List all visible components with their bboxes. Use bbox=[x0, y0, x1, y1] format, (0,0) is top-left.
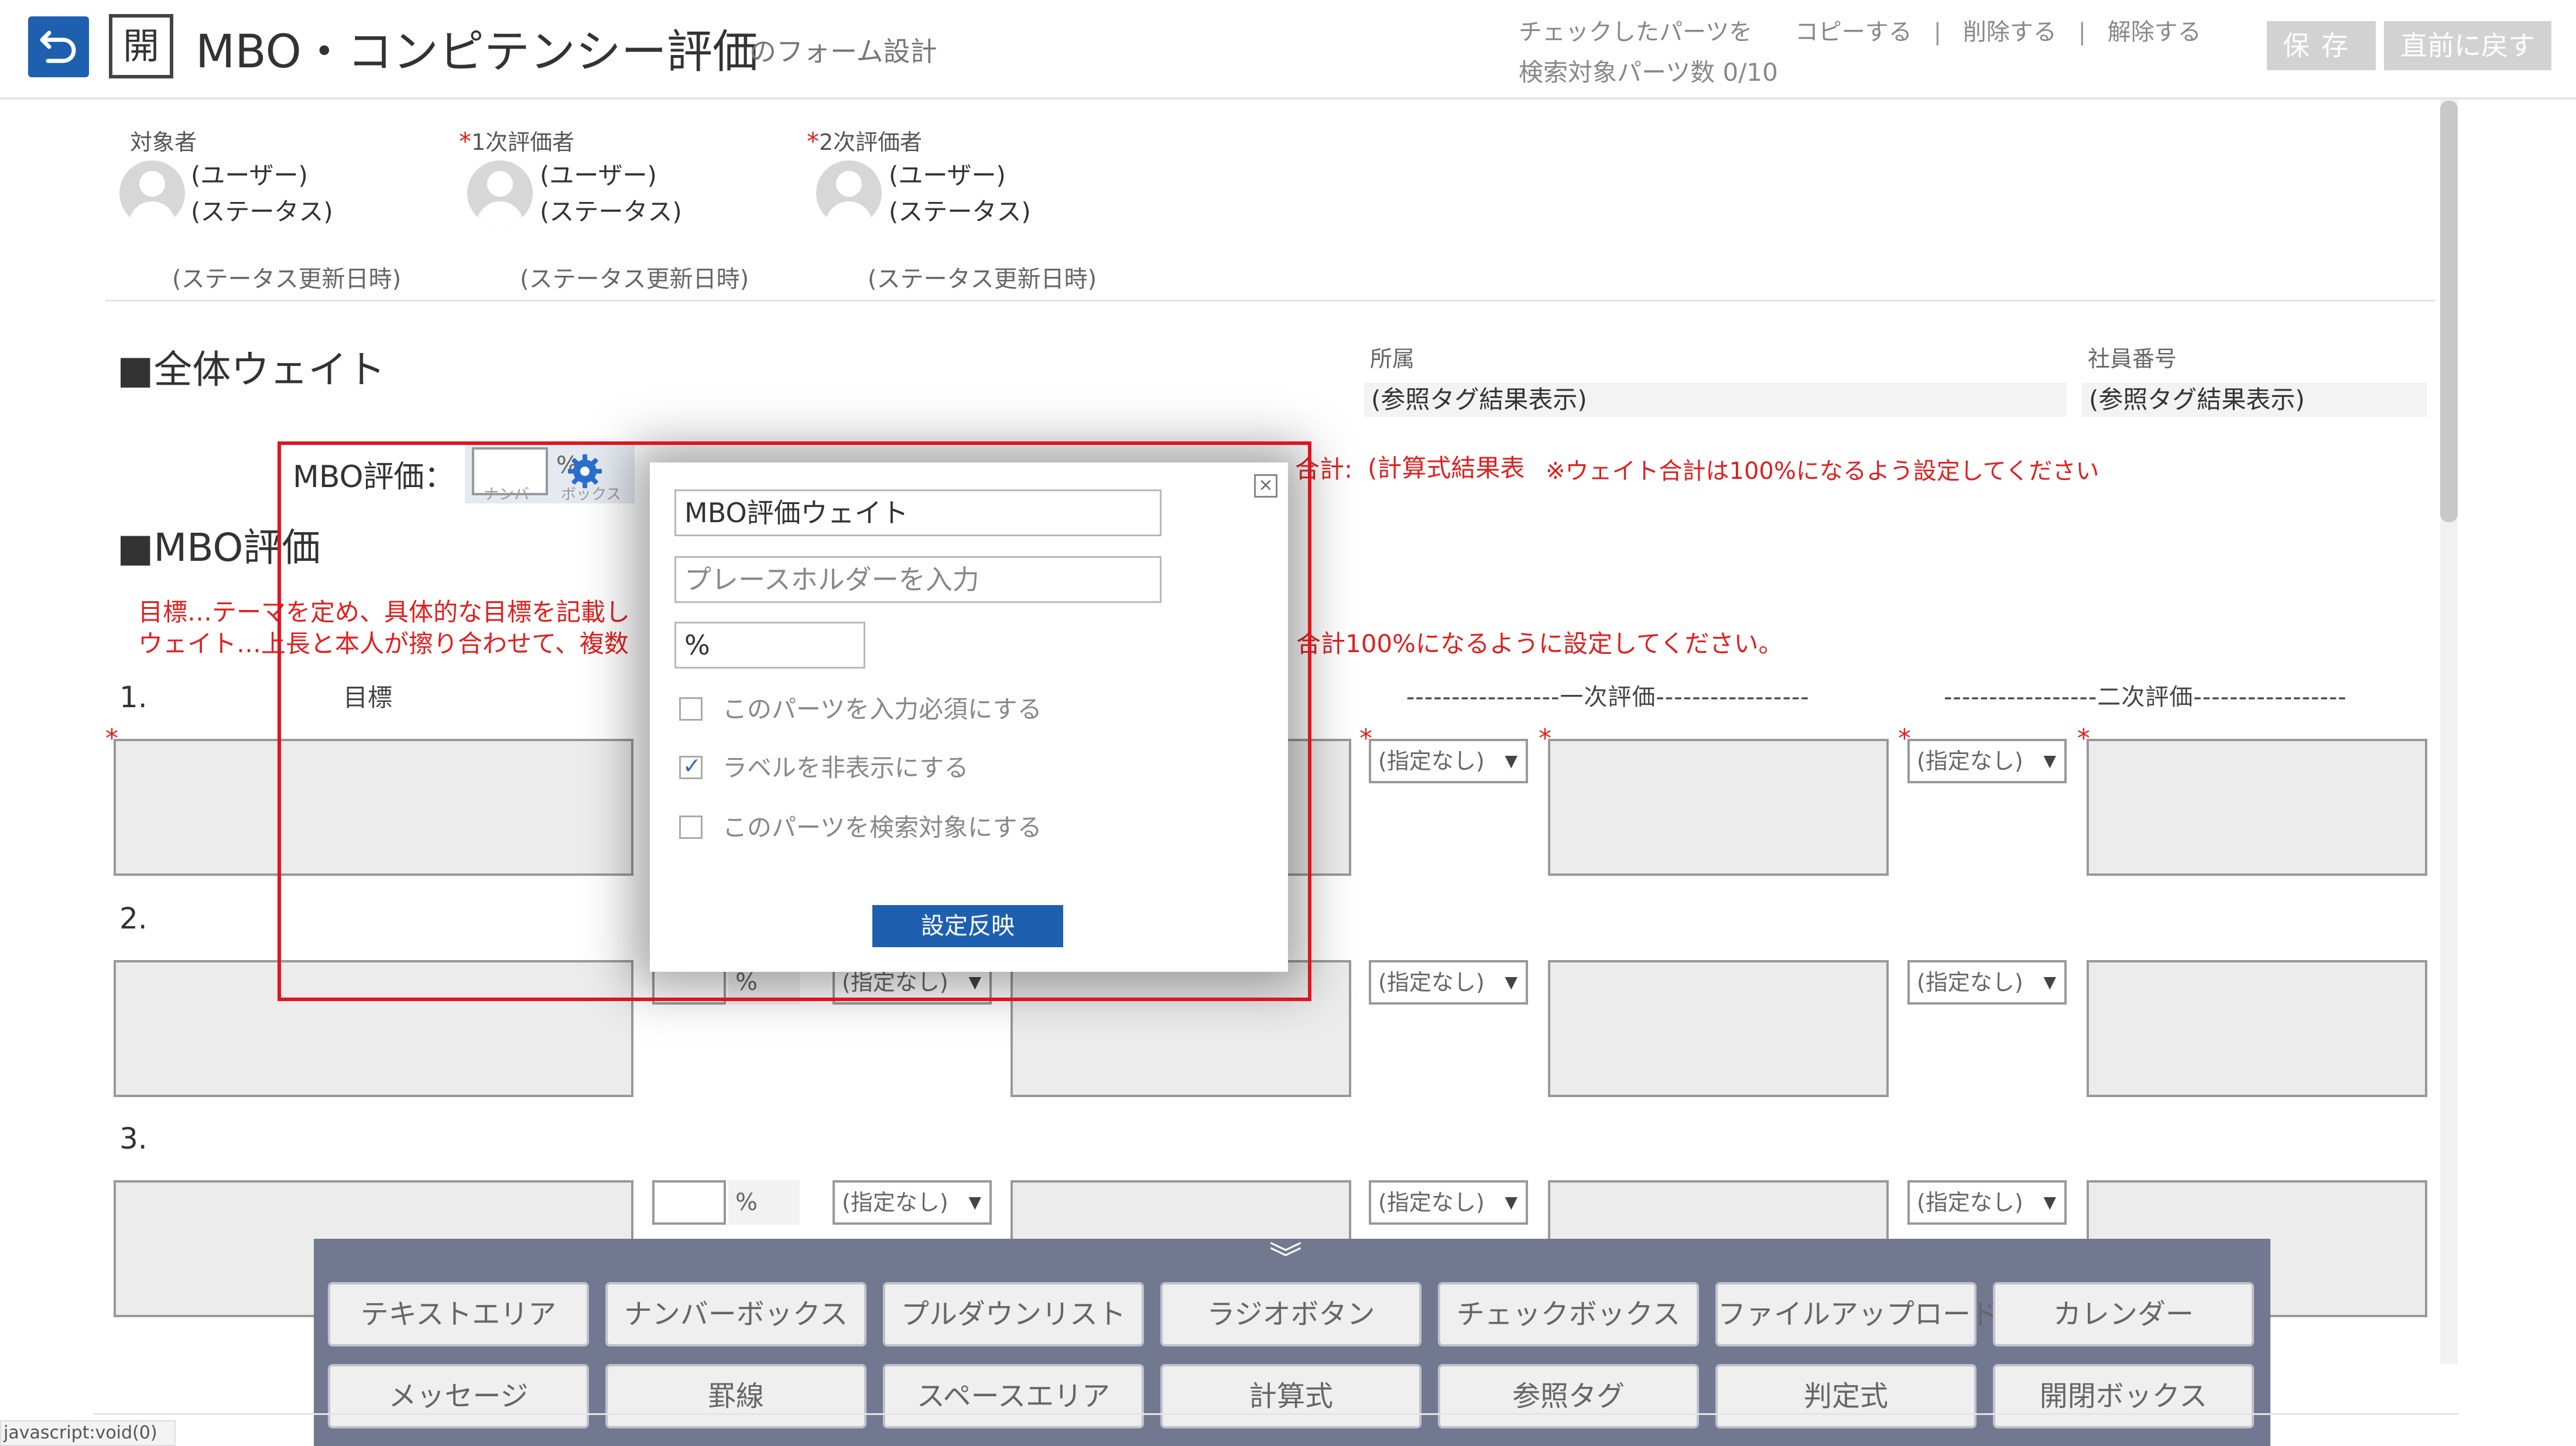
revert-button[interactable]: 直前に戻す bbox=[2384, 21, 2551, 70]
mbo-description-tail: 合計100%になるように設定してください。 bbox=[1296, 629, 1783, 658]
palette-button[interactable]: ファイルアップロード bbox=[1715, 1282, 1999, 1346]
section-title-overall: ■全体ウェイト bbox=[117, 347, 386, 392]
self-eval-select[interactable]: (指定なし) ▼ bbox=[833, 1180, 992, 1225]
weight-note: ※ウェイト合計は100%になるよう設定してください bbox=[1546, 458, 2099, 485]
status-updated-date: (ステータス更新日時) bbox=[520, 266, 749, 293]
second-eval-select[interactable]: (指定なし) ▼ bbox=[1907, 1180, 2067, 1225]
save-button[interactable]: 保存 bbox=[2267, 21, 2376, 70]
row-number: 2. bbox=[119, 902, 148, 936]
palette-button[interactable]: ナンバーボックス bbox=[605, 1282, 866, 1346]
avatar bbox=[816, 160, 882, 226]
separator: | bbox=[1933, 19, 1942, 46]
evaluator-user: (ユーザー) bbox=[540, 161, 657, 190]
evaluator-status: (ステータス) bbox=[191, 197, 333, 226]
palette-button[interactable]: 計算式 bbox=[1160, 1364, 1421, 1428]
first-eval-select[interactable]: (指定なし) ▼ bbox=[1369, 960, 1528, 1005]
palette-button[interactable]: テキストエリア bbox=[328, 1282, 589, 1346]
employee-number-label: 社員番号 bbox=[2088, 346, 2177, 372]
palette-button[interactable]: プルダウンリスト bbox=[883, 1282, 1144, 1346]
required-mark: * bbox=[807, 127, 819, 156]
palette-button[interactable]: ラジオボタン bbox=[1160, 1282, 1421, 1346]
divider bbox=[94, 1413, 2459, 1415]
calc-result: (計算式結果表 bbox=[1368, 454, 1525, 482]
evaluator-status: (ステータス) bbox=[540, 197, 682, 226]
affiliation-label: 所属 bbox=[1370, 346, 1415, 372]
second-eval-select[interactable]: (指定なし) ▼ bbox=[1907, 739, 2067, 783]
app-header: 開 MBO・コンピテンシー評価 のフォーム設計 チェックしたパーツを コピーする… bbox=[0, 0, 2576, 100]
status-updated-date: (ステータス更新日時) bbox=[172, 266, 402, 293]
evaluator-label: 対象者 bbox=[130, 129, 197, 155]
divider bbox=[105, 300, 2435, 301]
palette-button[interactable]: 罫線 bbox=[605, 1364, 866, 1428]
dropdown-arrow-icon: ▼ bbox=[2043, 751, 2056, 770]
status-bar-url: javascript:void(0) bbox=[0, 1420, 176, 1446]
palette-button[interactable]: 判定式 bbox=[1715, 1364, 1976, 1428]
parts-actions: チェックしたパーツを コピーする | 削除する | 解除する bbox=[1519, 13, 2201, 47]
collapse-icon[interactable]: ︾ bbox=[1269, 1243, 1302, 1276]
back-button[interactable] bbox=[28, 16, 89, 77]
back-arrow-icon bbox=[40, 30, 76, 63]
dropdown-arrow-icon: ▼ bbox=[1505, 1193, 1517, 1212]
scrollbar-thumb[interactable] bbox=[2440, 101, 2458, 522]
first-eval-comment[interactable] bbox=[1548, 739, 1889, 876]
delete-link[interactable]: 削除する bbox=[1963, 13, 2057, 47]
dropdown-arrow-icon: ▼ bbox=[2043, 1193, 2056, 1212]
column-header-first-eval: -----------------一次評価----------------- bbox=[1406, 684, 1810, 711]
evaluator-label: *2次評価者 bbox=[807, 127, 923, 156]
separator: | bbox=[2078, 19, 2087, 46]
first-eval-comment[interactable] bbox=[1548, 960, 1889, 1097]
row-number: 3. bbox=[119, 1122, 148, 1156]
palette-button[interactable]: 開閉ボックス bbox=[1993, 1364, 2254, 1428]
palette-button[interactable]: カレンダー bbox=[1993, 1282, 2254, 1346]
palette-button[interactable]: チェックボックス bbox=[1438, 1282, 1699, 1346]
affiliation-value: (参照タグ結果表示) bbox=[1364, 383, 2067, 417]
evaluator-label: *1次評価者 bbox=[459, 127, 575, 156]
dropdown-arrow-icon: ▼ bbox=[1505, 751, 1517, 770]
highlight-frame bbox=[278, 441, 1311, 1001]
evaluator-user: (ユーザー) bbox=[889, 161, 1006, 190]
palette-button[interactable]: メッセージ bbox=[328, 1364, 589, 1428]
first-eval-select[interactable]: (指定なし) ▼ bbox=[1369, 739, 1528, 783]
palette-button[interactable]: スペースエリア bbox=[883, 1364, 1144, 1428]
dropdown-arrow-icon: ▼ bbox=[968, 1193, 981, 1212]
page-subtitle: のフォーム設計 bbox=[749, 36, 937, 67]
row-number: 1. bbox=[119, 680, 148, 714]
dropdown-arrow-icon: ▼ bbox=[1505, 972, 1517, 992]
avatar bbox=[467, 160, 533, 226]
checked-parts-label: チェックしたパーツを bbox=[1519, 19, 1753, 46]
evaluator-status: (ステータス) bbox=[889, 197, 1031, 226]
second-eval-comment[interactable] bbox=[2087, 739, 2427, 876]
column-header-second-eval: -----------------二次評価----------------- bbox=[1944, 684, 2347, 711]
first-eval-select[interactable]: (指定なし) ▼ bbox=[1369, 1180, 1528, 1225]
second-eval-select[interactable]: (指定なし) ▼ bbox=[1907, 960, 2067, 1005]
page-title: MBO・コンピテンシー評価 bbox=[196, 26, 758, 78]
evaluator-user: (ユーザー) bbox=[191, 161, 308, 190]
palette-button[interactable]: 参照タグ bbox=[1438, 1364, 1699, 1428]
second-eval-comment[interactable] bbox=[2087, 960, 2427, 1097]
required-mark: * bbox=[459, 127, 471, 156]
copy-link[interactable]: コピーする bbox=[1795, 13, 1912, 47]
open-toggle-button[interactable]: 開 bbox=[109, 14, 173, 78]
employee-number-value: (参照タグ結果表示) bbox=[2082, 383, 2427, 417]
search-parts-count: 検索対象パーツ数 0/10 bbox=[1519, 58, 1778, 87]
dropdown-arrow-icon: ▼ bbox=[2043, 972, 2056, 992]
avatar bbox=[119, 160, 185, 226]
percent-unit: % bbox=[728, 1180, 800, 1225]
weight-numbox[interactable] bbox=[652, 1180, 726, 1225]
status-updated-date: (ステータス更新日時) bbox=[868, 266, 1097, 293]
unset-link[interactable]: 解除する bbox=[2108, 13, 2201, 47]
